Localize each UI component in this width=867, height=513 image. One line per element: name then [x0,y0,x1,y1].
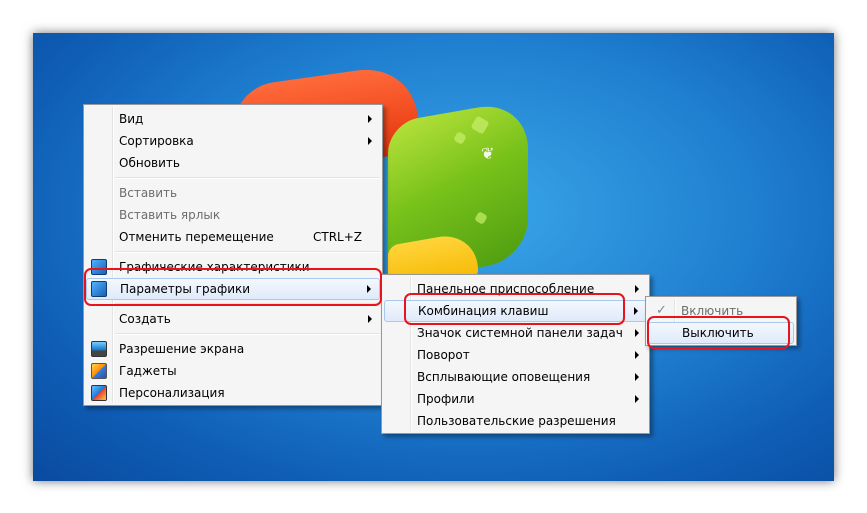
submenu-arrow-icon [635,285,639,293]
menu-item-profiles[interactable]: Профили [384,388,647,410]
desktop-context-menu: Вид Сортировка Обновить Вставить Вставит… [83,104,383,406]
menu-item-popup-notifications[interactable]: Всплывающие оповещения [384,366,647,388]
menu-separator [115,303,380,305]
menu-item-panel-fitting[interactable]: Панельное приспособление [384,278,647,300]
submenu-arrow-icon [368,315,372,323]
menu-item-label: Отменить перемещение [119,230,274,244]
menu-item-paste: Вставить [86,182,380,204]
submenu-arrow-icon [634,307,638,315]
menu-item-personalization[interactable]: Персонализация [86,382,380,404]
submenu-arrow-icon [367,285,371,293]
menu-item-label: Пользовательские разрешения [417,414,616,428]
menu-item-tray-icon[interactable]: Значок системной панели задач [384,322,647,344]
submenu-arrow-icon [368,137,372,145]
menu-item-label: Выключить [682,326,754,340]
menu-item-label: Включить [681,304,744,318]
menu-item-view[interactable]: Вид [86,108,380,130]
graphics-options-submenu: Панельное приспособление Комбинация клав… [381,274,650,434]
screen-resolution-icon [91,341,107,357]
personalization-icon [91,385,107,401]
menu-item-disable[interactable]: Выключить [648,322,794,344]
menu-item-label: Параметры графики [120,282,251,296]
submenu-arrow-icon [635,329,639,337]
submenu-arrow-icon [635,373,639,381]
menu-item-label: Разрешение экрана [119,342,245,356]
menu-item-label: Создать [119,312,171,326]
menu-item-label: Вставить ярлык [119,208,221,222]
shortcut-label: CTRL+Z [312,230,362,244]
menu-item-label: Обновить [119,156,180,170]
menu-item-paste-shortcut: Вставить ярлык [86,204,380,226]
menu-item-gadgets[interactable]: Гаджеты [86,360,380,382]
menu-separator [115,333,380,335]
menu-item-label: Значок системной панели задач [417,326,623,340]
hotkeys-submenu: ✓ Включить Выключить [645,296,797,346]
menu-item-enable: ✓ Включить [648,300,794,322]
menu-item-label: Поворот [417,348,470,362]
menu-separator [115,251,380,253]
menu-item-label: Персонализация [119,386,225,400]
menu-item-label: Графические характеристики [119,260,310,274]
menu-item-label: Гаджеты [119,364,177,378]
menu-item-label: Сортировка [119,134,194,148]
menu-item-label: Панельное приспособление [417,282,595,296]
graphics-icon [91,281,107,297]
butterfly-icon: ❦ [481,144,495,163]
graphics-icon [91,259,107,275]
menu-item-label: Комбинация клавиш [418,304,549,318]
menu-item-refresh[interactable]: Обновить [86,152,380,174]
menu-item-sort[interactable]: Сортировка [86,130,380,152]
menu-item-hotkeys[interactable]: Комбинация клавиш [384,300,647,322]
menu-item-rotation[interactable]: Поворот [384,344,647,366]
submenu-arrow-icon [368,115,372,123]
menu-item-graphics-properties[interactable]: Графические характеристики [86,256,380,278]
menu-item-custom-resolutions[interactable]: Пользовательские разрешения [384,410,647,432]
menu-item-graphics-options[interactable]: Параметры графики [86,278,380,300]
menu-item-label: Вид [119,112,144,126]
menu-item-label: Вставить [119,186,178,200]
submenu-arrow-icon [635,351,639,359]
menu-item-label: Профили [417,392,475,406]
gadgets-icon [91,363,107,379]
menu-item-undo-move[interactable]: Отменить перемещение CTRL+Z [86,226,380,248]
submenu-arrow-icon [635,395,639,403]
menu-item-screen-resolution[interactable]: Разрешение экрана [86,338,380,360]
checkmark-icon: ✓ [656,303,667,318]
menu-separator [115,177,380,179]
menu-item-label: Всплывающие оповещения [417,370,591,384]
menu-item-new[interactable]: Создать [86,308,380,330]
